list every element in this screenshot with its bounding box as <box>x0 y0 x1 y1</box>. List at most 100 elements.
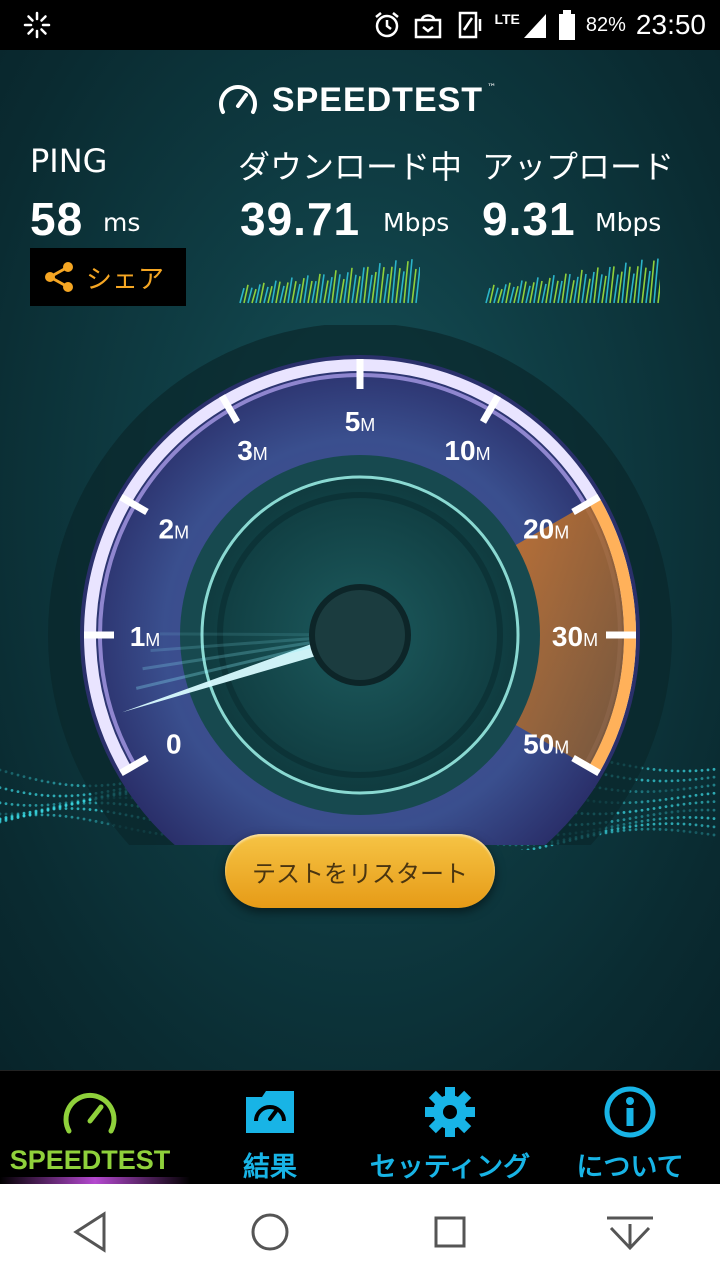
graph-bar <box>335 274 341 304</box>
graph-bar <box>513 285 519 304</box>
graph-bar <box>363 266 369 304</box>
graph-bar <box>303 275 309 304</box>
graph-bar <box>331 270 337 304</box>
loading-icon <box>22 0 52 50</box>
speedtest-screen: SPEEDTEST ™ PING 58 ms ダウンロード中 39.71 Mbp… <box>0 50 720 1070</box>
download-value: 39.71 <box>240 193 361 245</box>
back-icon[interactable] <box>50 1192 130 1272</box>
graph-bar <box>597 274 603 304</box>
graph-bar <box>287 277 293 304</box>
graph-bar <box>355 276 361 304</box>
gauge-tick-label: 0 <box>166 729 182 760</box>
notification-pull-icon[interactable] <box>590 1192 670 1272</box>
restart-label: テストをリスタート <box>252 859 468 888</box>
graph-bar <box>263 286 269 304</box>
graph-bar <box>549 274 555 304</box>
graph-bar <box>505 282 511 304</box>
graph-bar <box>395 268 401 304</box>
app-logo: SPEEDTEST ™ <box>0 78 720 122</box>
graph-bar <box>561 273 567 304</box>
graph-bar <box>509 286 515 304</box>
tab-label-speedtest: SPEEDTEST <box>9 1145 171 1175</box>
graph-bar <box>645 270 651 304</box>
graph-bar <box>577 269 583 304</box>
battery-percent: 82% <box>585 13 626 36</box>
graph-bar <box>613 274 619 304</box>
upload-value: 9.31 <box>482 193 576 245</box>
graph-bar <box>525 285 531 304</box>
graph-bar <box>399 271 405 304</box>
status-icons: LTE 82% 23:50 <box>372 0 706 50</box>
graph-bar <box>601 275 607 304</box>
graph-bar <box>521 281 527 304</box>
vibrate-icon <box>454 10 484 40</box>
graph-bar <box>557 280 563 304</box>
graph-bar <box>403 261 409 304</box>
graph-bar <box>367 274 373 304</box>
share-label: シェア <box>86 264 165 295</box>
graph-bar <box>359 267 365 304</box>
graph-bar <box>407 259 413 304</box>
graph-bar <box>617 271 623 304</box>
graph-bar <box>315 273 321 304</box>
graph-bar <box>657 278 660 304</box>
graph-bar <box>633 266 639 304</box>
graph-bar <box>307 280 313 304</box>
graph-bar <box>375 263 381 304</box>
graph-bar <box>585 278 591 304</box>
graph-bar <box>629 273 635 304</box>
logo-text: SPEEDTEST <box>271 80 484 119</box>
speed-gauge: 01M2M3M5M10M20M30M50M <box>48 325 672 845</box>
graph-bar <box>247 287 253 304</box>
wave-dot <box>544 844 548 848</box>
recents-icon[interactable] <box>410 1192 490 1272</box>
share-button[interactable]: シェア <box>30 248 186 306</box>
home-icon[interactable] <box>230 1192 310 1272</box>
graph-bar <box>319 274 325 304</box>
graph-bar <box>485 287 491 304</box>
graph-bar <box>387 266 393 304</box>
graph-bar <box>243 284 249 304</box>
notification-icon <box>412 10 444 40</box>
graph-bar <box>609 266 615 304</box>
graph-bar <box>415 267 420 304</box>
graph-bar <box>553 280 559 304</box>
graph-bar <box>501 284 507 304</box>
graph-bar <box>267 286 273 304</box>
tab-settings[interactable]: セッティング <box>360 1071 540 1185</box>
tab-about[interactable]: について <box>540 1071 720 1185</box>
upload-label: アップロード <box>482 148 675 186</box>
tab-results[interactable]: 結果 <box>180 1071 360 1185</box>
download-unit: Mbps <box>383 208 450 237</box>
graph-bar <box>581 273 587 304</box>
graph-bar <box>569 280 575 304</box>
system-nav-bar <box>0 1184 720 1280</box>
ping-label: PING <box>30 142 108 180</box>
tab-speedtest[interactable]: SPEEDTEST <box>0 1071 190 1185</box>
restart-test-button[interactable]: テストをリスタート <box>225 834 495 908</box>
alarm-icon <box>372 10 402 40</box>
graph-bar <box>383 273 389 304</box>
gear-icon <box>423 1085 477 1139</box>
graph-bar <box>493 287 499 304</box>
trademark: ™ <box>487 83 497 93</box>
graph-bar <box>379 267 385 304</box>
graph-bar <box>311 281 317 304</box>
wave-dot <box>526 848 530 850</box>
graph-bar <box>545 277 551 304</box>
graph-bar <box>279 285 285 304</box>
info-icon <box>603 1085 657 1139</box>
wave-dot <box>538 846 542 849</box>
battery-icon <box>558 9 576 41</box>
tab-label-settings: セッティング <box>369 1152 531 1183</box>
speedometer-icon <box>61 1085 119 1139</box>
graph-bar <box>283 282 289 304</box>
wave-dot <box>520 849 524 850</box>
graph-bar <box>621 262 627 304</box>
graph-bar <box>533 277 539 304</box>
share-icon <box>45 262 73 292</box>
graph-bar <box>323 280 329 304</box>
tab-label-results: 結果 <box>243 1152 297 1183</box>
tab-label-about: について <box>576 1152 684 1183</box>
graph-bar <box>343 272 349 304</box>
